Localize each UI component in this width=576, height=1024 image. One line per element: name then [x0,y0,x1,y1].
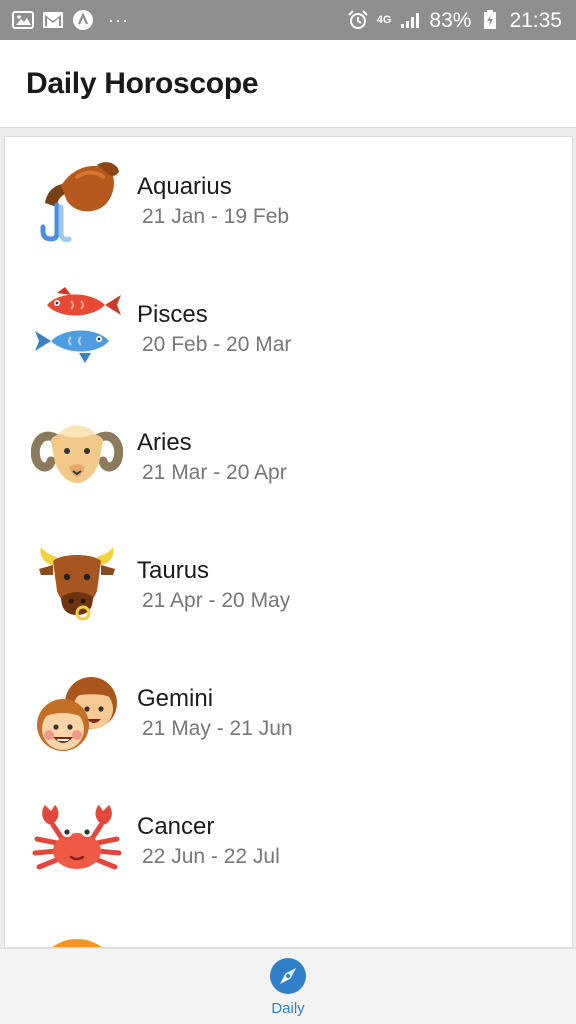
gallery-icon [12,11,34,29]
sign-text: Cancer 22 Jun - 22 Jul [137,795,280,872]
compass-icon [269,957,307,995]
tab-daily[interactable]: Daily [269,957,307,1017]
pisces-icon [31,283,123,375]
status-bar-right: 4G 83% 21:35 [347,10,562,31]
gemini-icon [31,667,123,759]
tab-daily-label: Daily [271,999,305,1017]
sign-text: Aquarius 21 Jan - 19 Feb [137,155,289,232]
sign-dates: 20 Feb - 20 Mar [142,333,292,356]
leo-icon [31,923,123,947]
aries-icon [31,411,123,503]
sign-name: Aquarius [137,173,232,200]
network-type: 4G [376,13,392,26]
sign-text [137,923,142,940]
sign-name: Cancer [137,813,215,840]
sign-name: Aries [137,429,192,456]
sign-text: Gemini 21 May - 21 Jun [137,667,293,744]
clock: 21:35 [509,8,562,32]
cancer-icon [31,795,123,887]
alarm-icon [347,10,369,29]
gmail-icon [42,11,64,29]
sign-text: Aries 21 Mar - 20 Apr [137,411,287,488]
signal-icon [399,11,421,29]
status-bar: ··· 4G 83% 21:35 [0,0,576,40]
sign-name: Gemini [137,685,214,712]
more-dots-icon: ··· [108,10,129,30]
battery-percent: 83% [429,8,472,32]
page-title: Daily Horoscope [26,66,259,100]
sign-text: Pisces 20 Feb - 20 Mar [137,283,291,360]
sign-dates: 21 Apr - 20 May [142,589,291,612]
list-item-aquarius[interactable]: Aquarius 21 Jan - 19 Feb [5,155,572,283]
list-item-cancer[interactable]: Cancer 22 Jun - 22 Jul [5,795,572,923]
sign-dates: 21 Mar - 20 Apr [142,461,287,484]
app-bar: Daily Horoscope [0,40,576,128]
status-bar-left: ··· [12,10,129,30]
list-item-aries[interactable]: Aries 21 Mar - 20 Apr [5,411,572,539]
zodiac-card: Aquarius 21 Jan - 19 Feb Pisces 20 Feb -… [4,136,573,948]
bottom-navigation: Daily [0,948,576,1024]
sign-name: Taurus [137,557,210,584]
zodiac-list: Aquarius 21 Jan - 19 Feb Pisces 20 Feb -… [5,137,572,947]
sign-text: Taurus 21 Apr - 20 May [137,539,290,616]
list-item-leo[interactable] [5,923,572,947]
sign-name: Pisces [137,301,208,328]
list-item-gemini[interactable]: Gemini 21 May - 21 Jun [5,667,572,795]
aquarius-icon [31,155,123,247]
taurus-icon [31,539,123,631]
sign-dates: 21 Jan - 19 Feb [142,205,290,228]
sign-dates: 21 May - 21 Jun [142,717,293,740]
app-notification-icon [72,10,94,30]
sign-dates: 22 Jun - 22 Jul [142,845,280,868]
screen: ··· 4G 83% 21:35 Daily Horoscope Aquariu… [0,0,576,1024]
list-item-pisces[interactable]: Pisces 20 Feb - 20 Mar [5,283,572,411]
list-item-taurus[interactable]: Taurus 21 Apr - 20 May [5,539,572,667]
battery-charging-icon [479,10,501,29]
